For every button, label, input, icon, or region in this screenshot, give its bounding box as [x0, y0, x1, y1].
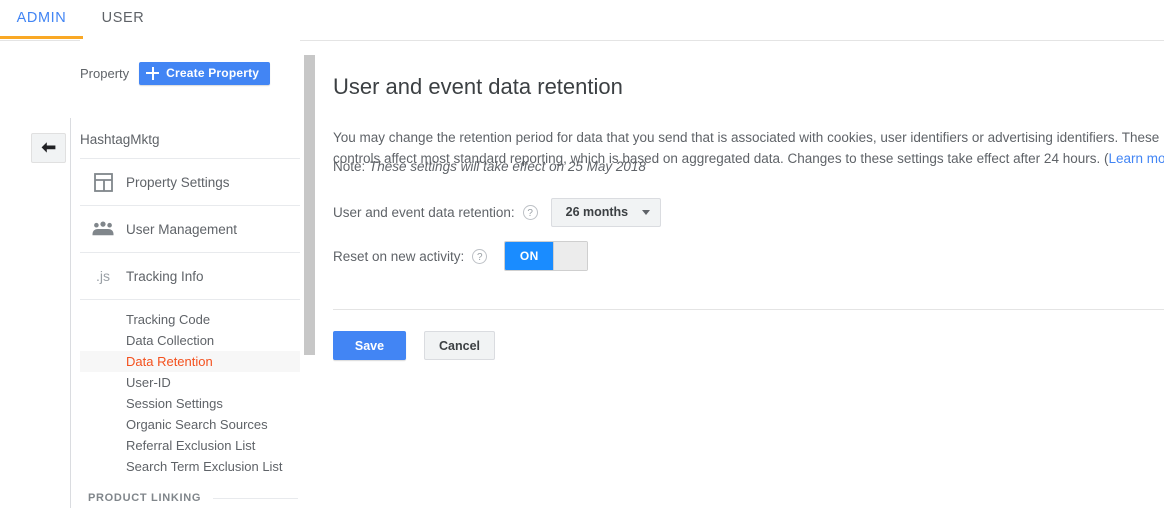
- reset-on-new-activity-row: Reset on new activity: ? ON: [333, 241, 589, 271]
- data-retention-select[interactable]: 26 months: [550, 197, 662, 227]
- toggle-state-label: ON: [505, 242, 554, 270]
- data-retention-selected-value: 26 months: [565, 205, 629, 219]
- plus-icon: [146, 66, 160, 80]
- sidebar-subitem-user-id[interactable]: User-ID: [80, 372, 300, 393]
- tab-admin[interactable]: ADMIN: [0, 0, 83, 40]
- sidebar-subitem-session-settings[interactable]: Session Settings: [80, 393, 300, 414]
- back-arrow-icon: [40, 141, 57, 155]
- sidebar-subitem-referral-exclusion-list[interactable]: Referral Exclusion List: [80, 435, 300, 456]
- section-heading-rule: [213, 497, 298, 499]
- cancel-button[interactable]: Cancel: [424, 331, 495, 360]
- create-property-button[interactable]: Create Property: [139, 61, 271, 85]
- sidebar-item-property-settings[interactable]: Property Settings: [80, 159, 300, 206]
- property-label: Property: [80, 65, 130, 81]
- chevron-down-icon: [642, 209, 651, 215]
- help-icon[interactable]: ?: [472, 248, 488, 264]
- property-settings-icon: [80, 172, 126, 192]
- tracking-info-sublist: Tracking Code Data Collection Data Reten…: [80, 309, 300, 477]
- tab-user[interactable]: USER: [83, 0, 163, 40]
- sidebar-item-label: User Management: [126, 221, 238, 237]
- toggle-knob: [553, 242, 588, 270]
- help-icon[interactable]: ?: [522, 204, 538, 220]
- create-property-label: Create Property: [166, 66, 260, 80]
- content-divider: [333, 309, 1164, 310]
- sidebar-scrollbar-thumb[interactable]: [304, 55, 315, 355]
- property-header: Property Create Property: [80, 60, 271, 86]
- user-management-icon: [80, 221, 126, 237]
- active-tab-indicator: [0, 36, 83, 39]
- action-button-row: Save Cancel: [333, 331, 495, 360]
- property-name[interactable]: HashtagMktg: [80, 132, 160, 147]
- panel-edge: [317, 41, 318, 508]
- top-tab-bar: ADMIN USER: [0, 0, 1164, 41]
- note-line: Note: These settings will take effect on…: [333, 159, 646, 174]
- sidebar-subitem-data-collection[interactable]: Data Collection: [80, 330, 300, 351]
- sidebar-item-tracking-info[interactable]: .js Tracking Info: [80, 253, 300, 300]
- reset-on-new-activity-toggle[interactable]: ON: [504, 241, 589, 271]
- data-retention-label: User and event data retention:: [333, 204, 515, 220]
- section-heading-label: PRODUCT LINKING: [88, 492, 202, 504]
- sidebar-item-label: Tracking Info: [126, 268, 204, 284]
- back-button[interactable]: [31, 133, 66, 163]
- rail-vertical-line: [70, 118, 71, 508]
- product-linking-section-header: PRODUCT LINKING: [80, 492, 300, 504]
- sidebar-subitem-organic-search-sources[interactable]: Organic Search Sources: [80, 414, 300, 435]
- note-prefix: Note:: [333, 159, 370, 174]
- note-text: These settings will take effect on 25 Ma…: [369, 159, 646, 174]
- sidebar-item-user-management[interactable]: User Management: [80, 206, 300, 253]
- learn-more-link[interactable]: Learn more: [1108, 151, 1164, 166]
- sidebar-subitem-tracking-code[interactable]: Tracking Code: [80, 309, 300, 330]
- sidebar-subitem-data-retention[interactable]: Data Retention: [80, 351, 300, 372]
- page-title: User and event data retention: [333, 74, 623, 99]
- property-sidebar: Property Create Property HashtagMktg Pro…: [80, 40, 300, 508]
- data-retention-field-row: User and event data retention: ? 26 mont…: [333, 197, 662, 227]
- sidebar-subitem-search-term-exclusion-list[interactable]: Search Term Exclusion List: [80, 456, 300, 477]
- reset-on-new-activity-label: Reset on new activity:: [333, 248, 465, 264]
- save-button[interactable]: Save: [333, 331, 406, 360]
- main-content: User and event data retention You may ch…: [333, 41, 1164, 508]
- sidebar-item-label: Property Settings: [126, 174, 230, 190]
- js-icon: .js: [96, 268, 110, 284]
